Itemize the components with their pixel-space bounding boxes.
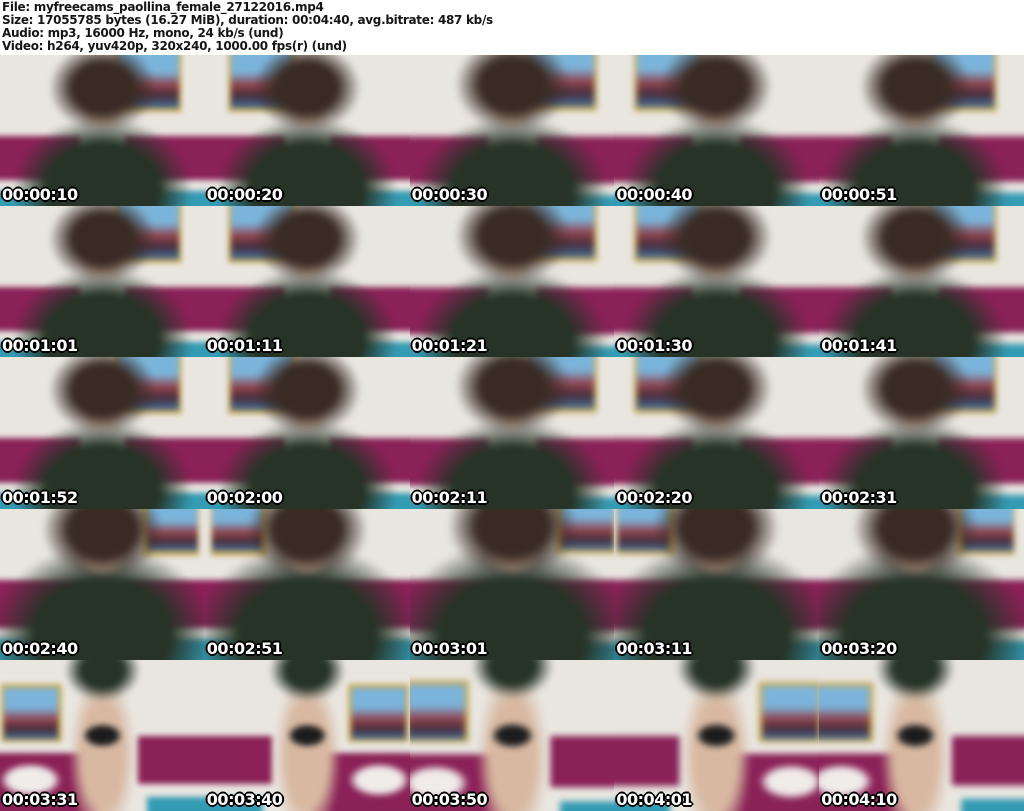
webcam-frame-placeholder [204, 508, 410, 660]
video-thumbnail: 00:02:20 [614, 357, 820, 509]
timestamp-overlay: 00:03:11 [616, 638, 692, 658]
timestamp-overlay: 00:02:00 [206, 487, 283, 507]
timestamp-overlay: 00:01:41 [821, 336, 897, 356]
video-thumbnail: 00:01:52 [0, 357, 205, 509]
timestamp-overlay: 00:00:20 [206, 185, 283, 205]
video-thumbnail: 00:03:01 [409, 508, 615, 660]
video-thumbnail: 00:03:50 [409, 659, 615, 811]
video-thumbnail: 00:00:51 [819, 55, 1024, 207]
timestamp-overlay: 00:01:30 [616, 336, 692, 356]
webcam-frame-placeholder [0, 659, 205, 811]
webcam-frame-placeholder [819, 659, 1024, 811]
timestamp-overlay: 00:02:31 [821, 487, 897, 507]
video-thumbnail: 00:02:31 [819, 357, 1024, 509]
metadata-header: File: myfreecams_paollina_female_2712201… [0, 0, 1024, 55]
webcam-frame-placeholder [819, 206, 1024, 358]
timestamp-overlay: 00:01:21 [411, 336, 488, 356]
timestamp-overlay: 00:03:01 [411, 638, 488, 658]
timestamp-overlay: 00:00:10 [2, 185, 78, 205]
webcam-frame-placeholder [409, 55, 615, 207]
timestamp-overlay: 00:00:30 [411, 185, 488, 205]
webcam-frame-placeholder [0, 508, 205, 660]
video-thumbnail: 00:03:11 [614, 508, 820, 660]
webcam-frame-placeholder [204, 357, 410, 509]
webcam-frame-placeholder [614, 659, 820, 811]
contact-sheet: File: myfreecams_paollina_female_2712201… [0, 0, 1024, 811]
webcam-frame-placeholder [409, 357, 615, 509]
webcam-frame-placeholder [819, 55, 1024, 207]
webcam-frame-placeholder [614, 357, 820, 509]
thumbnail-grid: 00:00:10 00:00:20 00:00:30 00:00:40 00:0… [0, 55, 1024, 811]
timestamp-overlay: 00:00:51 [821, 185, 897, 205]
webcam-frame-placeholder [614, 206, 820, 358]
video-thumbnail: 00:01:21 [409, 206, 615, 358]
video-thumbnail: 00:01:11 [204, 206, 410, 358]
video-thumbnail: 00:02:51 [204, 508, 410, 660]
video-thumbnail: 00:00:40 [614, 55, 820, 207]
webcam-frame-placeholder [204, 55, 410, 207]
timestamp-overlay: 00:01:52 [2, 487, 78, 507]
webcam-frame-placeholder [614, 55, 820, 207]
video-thumbnail: 00:01:30 [614, 206, 820, 358]
webcam-frame-placeholder [204, 659, 410, 811]
video-thumbnail: 00:00:10 [0, 55, 205, 207]
metadata-line-video: Video: h264, yuv420p, 320x240, 1000.00 f… [2, 39, 347, 53]
webcam-frame-placeholder [819, 508, 1024, 660]
timestamp-overlay: 00:01:11 [206, 336, 283, 356]
webcam-frame-placeholder [0, 357, 205, 509]
webcam-frame-placeholder [409, 508, 615, 660]
video-thumbnail: 00:02:00 [204, 357, 410, 509]
webcam-frame-placeholder [0, 206, 205, 358]
timestamp-overlay: 00:03:40 [206, 789, 283, 809]
timestamp-overlay: 00:01:01 [2, 336, 78, 356]
timestamp-overlay: 00:04:10 [821, 789, 897, 809]
video-thumbnail: 00:01:01 [0, 206, 205, 358]
timestamp-overlay: 00:03:20 [821, 638, 897, 658]
webcam-frame-placeholder [204, 206, 410, 358]
timestamp-overlay: 00:02:11 [411, 487, 488, 507]
webcam-frame-placeholder [409, 206, 615, 358]
video-thumbnail: 00:01:41 [819, 206, 1024, 358]
webcam-frame-placeholder [0, 55, 205, 207]
timestamp-overlay: 00:00:40 [616, 185, 692, 205]
video-thumbnail: 00:04:01 [614, 659, 820, 811]
video-thumbnail: 00:03:31 [0, 659, 205, 811]
webcam-frame-placeholder [409, 659, 615, 811]
timestamp-overlay: 00:03:50 [411, 789, 488, 809]
video-thumbnail: 00:00:20 [204, 55, 410, 207]
timestamp-overlay: 00:04:01 [616, 789, 692, 809]
timestamp-overlay: 00:02:51 [206, 638, 283, 658]
video-thumbnail: 00:02:11 [409, 357, 615, 509]
webcam-frame-placeholder [614, 508, 820, 660]
timestamp-overlay: 00:03:31 [2, 789, 78, 809]
video-thumbnail: 00:03:20 [819, 508, 1024, 660]
timestamp-overlay: 00:02:20 [616, 487, 692, 507]
webcam-frame-placeholder [819, 357, 1024, 509]
video-thumbnail: 00:00:30 [409, 55, 615, 207]
video-thumbnail: 00:03:40 [204, 659, 410, 811]
video-thumbnail: 00:04:10 [819, 659, 1024, 811]
timestamp-overlay: 00:02:40 [2, 638, 78, 658]
video-thumbnail: 00:02:40 [0, 508, 205, 660]
